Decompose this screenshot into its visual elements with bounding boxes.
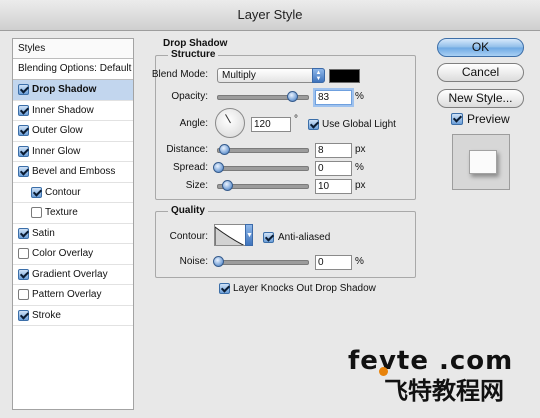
contour-curve-icon — [215, 226, 245, 245]
use-global-light-checkbox[interactable] — [308, 119, 319, 130]
anti-aliased-checkbox[interactable] — [263, 232, 274, 243]
noise-unit: % — [355, 256, 364, 267]
style-item-pattern-overlay[interactable]: Pattern Overlay — [13, 285, 133, 306]
style-item-label: Inner Shadow — [32, 104, 94, 116]
angle-unit: ° — [294, 114, 298, 125]
distance-label: Distance: — [166, 144, 208, 155]
spread-slider-thumb[interactable] — [213, 162, 224, 173]
spread-slider-track[interactable] — [217, 166, 309, 171]
anti-aliased-label: Anti-aliased — [278, 232, 331, 243]
style-checkbox[interactable] — [18, 166, 29, 177]
style-item-label: Gradient Overlay — [32, 268, 108, 280]
window-title: Layer Style — [0, 0, 540, 31]
distance-field[interactable]: 8 — [315, 143, 352, 158]
blend-mode-select[interactable]: Multiply ▲ ▼ — [217, 68, 325, 83]
preview-checkbox[interactable] — [451, 113, 463, 125]
spread-field[interactable]: 0 — [315, 161, 352, 176]
style-checkbox[interactable] — [18, 268, 29, 280]
style-item-stroke[interactable]: Stroke — [13, 306, 133, 326]
opacity-field[interactable]: 83 — [315, 90, 352, 105]
style-item-label: Contour — [45, 186, 81, 198]
style-item-label: Stroke — [32, 309, 61, 321]
opacity-unit: % — [355, 91, 364, 102]
watermark-cn: 飞特教程网 — [384, 377, 504, 405]
layer-knocks-out-label: Layer Knocks Out Drop Shadow — [233, 283, 376, 294]
style-item-inner-glow[interactable]: Inner Glow — [13, 142, 133, 162]
opacity-slider-thumb[interactable] — [286, 91, 298, 102]
contour-dropdown-icon[interactable]: ▼ — [245, 224, 253, 246]
angle-needle — [225, 114, 231, 124]
style-checkbox[interactable] — [18, 248, 29, 259]
style-checkbox[interactable] — [18, 104, 29, 116]
style-item-label: Texture — [45, 207, 78, 218]
distance-unit: px — [355, 144, 366, 155]
cancel-button[interactable]: Cancel — [437, 63, 524, 82]
blend-mode-value: Multiply — [222, 70, 256, 81]
style-checkbox[interactable] — [31, 186, 42, 198]
style-item-color-overlay[interactable]: Color Overlay — [13, 244, 133, 265]
shadow-color-swatch[interactable] — [329, 69, 360, 83]
style-item-label: Color Overlay — [32, 248, 94, 259]
size-label: Size: — [185, 180, 208, 191]
angle-field[interactable]: 120 — [251, 117, 291, 132]
style-item-bevel-and-emboss[interactable]: Bevel and Emboss — [13, 162, 133, 183]
noise-field[interactable]: 0 — [315, 255, 352, 270]
distance-slider-track[interactable] — [217, 148, 309, 153]
style-checkbox[interactable] — [31, 207, 42, 218]
spread-unit: % — [355, 162, 364, 173]
styles-list: Styles Blending Options: Default Drop Sh… — [12, 38, 134, 410]
size-field[interactable]: 10 — [315, 179, 352, 194]
style-item-label: Bevel and Emboss — [32, 166, 116, 177]
contour-preview[interactable] — [214, 224, 246, 246]
layer-style-dialog: Layer Style Styles Blending Options: Def… — [0, 0, 540, 418]
style-item-label: Drop Shadow — [32, 84, 97, 95]
spread-label: Spread: — [172, 162, 208, 173]
angle-label: Angle: — [179, 118, 208, 129]
select-arrows-icon: ▲ ▼ — [312, 68, 325, 83]
noise-label: Noise: — [179, 256, 208, 267]
noise-slider-thumb[interactable] — [213, 256, 224, 267]
style-preview — [452, 134, 510, 190]
blending-options-item[interactable]: Blending Options: Default — [13, 59, 133, 80]
structure-title: Structure — [168, 49, 219, 61]
noise-slider-track[interactable] — [217, 260, 309, 265]
ok-button[interactable]: OK — [437, 38, 524, 57]
contour-label: Contour: — [169, 231, 208, 242]
size-unit: px — [355, 180, 366, 191]
style-item-drop-shadow[interactable]: Drop Shadow — [13, 80, 133, 101]
use-global-light-label: Use Global Light — [322, 119, 396, 130]
angle-dial[interactable] — [215, 108, 245, 138]
style-item-outer-glow[interactable]: Outer Glow — [13, 121, 133, 142]
style-checkbox[interactable] — [18, 145, 29, 157]
style-checkbox[interactable] — [18, 289, 29, 300]
opacity-label: Opacity: — [171, 91, 208, 102]
style-item-inner-shadow[interactable]: Inner Shadow — [13, 101, 133, 121]
style-item-label: Satin — [32, 227, 55, 239]
style-item-contour[interactable]: Contour — [13, 183, 133, 203]
style-item-label: Outer Glow — [32, 125, 83, 136]
style-item-satin[interactable]: Satin — [13, 224, 133, 244]
style-item-label: Inner Glow — [32, 145, 81, 157]
style-item-texture[interactable]: Texture — [13, 203, 133, 224]
preview-label: Preview — [467, 112, 510, 126]
watermark-site: fevte .com — [348, 346, 514, 376]
styles-header[interactable]: Styles — [13, 39, 133, 59]
distance-slider-thumb[interactable] — [219, 144, 230, 155]
style-checkbox[interactable] — [18, 309, 29, 321]
layer-knocks-out-checkbox[interactable] — [219, 283, 230, 294]
size-slider-thumb[interactable] — [222, 180, 233, 191]
style-checkbox[interactable] — [18, 227, 29, 239]
watermark-dot-icon — [379, 367, 388, 376]
style-item-gradient-overlay[interactable]: Gradient Overlay — [13, 265, 133, 285]
new-style-button[interactable]: New Style... — [437, 89, 524, 108]
style-checkbox[interactable] — [18, 125, 29, 136]
quality-title: Quality — [168, 205, 208, 217]
style-item-label: Pattern Overlay — [32, 289, 102, 300]
preview-swatch — [469, 150, 497, 174]
blend-mode-label: Blend Mode: — [151, 69, 208, 80]
style-checkbox[interactable] — [18, 84, 29, 95]
